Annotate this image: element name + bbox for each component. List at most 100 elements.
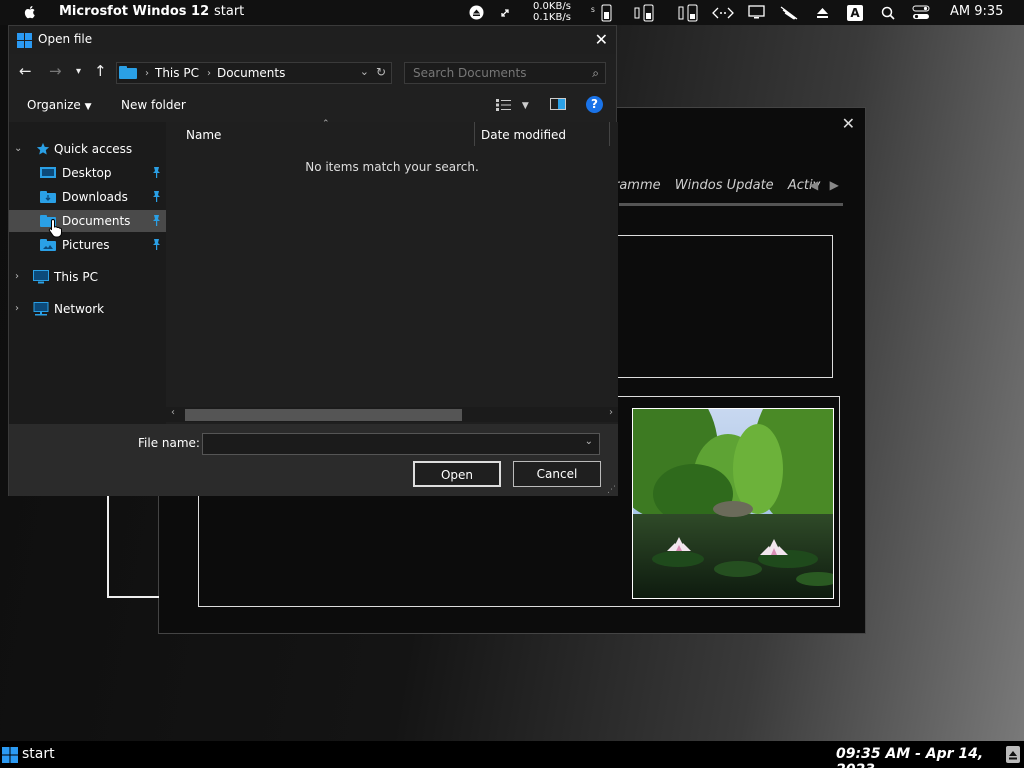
address-dropdown-icon[interactable]: ⌄	[360, 65, 369, 78]
windows-logo-icon	[17, 33, 32, 48]
wallpaper-thumbnail[interactable]	[632, 408, 834, 599]
collapsed-chevron-icon[interactable]: ›	[15, 298, 19, 320]
dialog-footer: File name: ⌄ Open Cancel ⋰	[9, 424, 618, 496]
address-bar[interactable]: › This PC › Documents ⌄ ↻	[116, 62, 392, 84]
up-arrow-icon[interactable]: ↑	[94, 62, 107, 80]
os-name-menu[interactable]: Microsfot Windos 12	[59, 4, 209, 19]
nav-item-documents[interactable]: Documents	[9, 210, 166, 232]
file-name-label: File name:	[138, 436, 200, 450]
phone-battery-icon[interactable]: S	[590, 0, 616, 25]
view-options-button[interactable]: ▼	[496, 97, 529, 111]
file-list-pane: ⌃ Name Date modified No items match your…	[166, 119, 618, 424]
back-arrow-icon[interactable]: ←	[19, 62, 32, 80]
breadcrumb-documents[interactable]: Documents	[217, 66, 285, 80]
start-windows-logo-icon[interactable]	[2, 747, 18, 763]
hand-cursor-icon	[48, 218, 62, 238]
dialog-title: Open file	[38, 32, 93, 46]
forward-arrow-icon[interactable]: →	[49, 62, 62, 80]
top-menubar: Microsfot Windos 12 start 0.0KB/s 0.1KB/…	[0, 0, 1024, 25]
bg-tab-windos-update[interactable]: Windos Update	[675, 178, 774, 193]
start-menu-item[interactable]: start	[214, 4, 244, 19]
collapsed-chevron-icon[interactable]: ›	[15, 266, 19, 288]
scroll-right-icon[interactable]: ›	[609, 407, 613, 418]
dialog-titlebar[interactable]: Open file ✕	[9, 26, 616, 54]
pin-icon[interactable]	[151, 238, 162, 250]
navigation-row: ← → ▾ ↑ › This PC › Documents ⌄ ↻ Search…	[9, 59, 616, 85]
navigation-pane: ⌄ Quick access Desktop Downloads Documen…	[9, 122, 166, 424]
file-name-dropdown-icon[interactable]: ⌄	[585, 436, 593, 447]
column-header-date-modified[interactable]: Date modified	[481, 122, 566, 148]
bg-tab-partial[interactable]: ramme	[614, 178, 661, 193]
search-icon[interactable]	[879, 0, 897, 25]
bg-tab-scroll-arrows[interactable]: ◀ ▶	[809, 178, 839, 192]
control-center-icon[interactable]	[910, 0, 932, 25]
pin-icon[interactable]	[151, 190, 162, 202]
view-chevron-icon: ▼	[521, 101, 529, 111]
eject-small-icon[interactable]	[813, 0, 831, 25]
search-input[interactable]: Search Documents ⌕	[404, 62, 606, 84]
sync-arrows-icon[interactable]	[498, 0, 512, 25]
downloads-folder-icon	[40, 191, 56, 203]
pictures-folder-icon	[40, 239, 56, 251]
eject-icon[interactable]	[468, 0, 484, 25]
nav-item-pictures[interactable]: Pictures	[9, 234, 166, 256]
apple-icon[interactable]	[22, 4, 38, 20]
search-placeholder: Search Documents	[413, 66, 527, 80]
dialog-close-icon[interactable]: ✕	[595, 30, 608, 49]
new-folder-button[interactable]: New folder	[121, 98, 186, 112]
refresh-icon[interactable]: ↻	[376, 65, 386, 79]
column-separator[interactable]	[609, 122, 610, 146]
sort-ascending-icon: ⌃	[322, 119, 330, 129]
this-pc-folder-icon	[119, 66, 137, 79]
bg-tab-underline	[619, 203, 843, 206]
start-button[interactable]: start	[22, 746, 55, 762]
recent-locations-chevron-icon[interactable]: ▾	[76, 66, 81, 77]
cancel-button[interactable]: Cancel	[513, 461, 601, 487]
breadcrumb-separator: ›	[145, 67, 149, 79]
pin-icon[interactable]	[151, 214, 162, 226]
wifi-off-icon[interactable]	[778, 0, 800, 25]
input-method-icon[interactable]: A	[846, 0, 864, 25]
nav-item-quick-access[interactable]: ⌄ Quick access	[9, 138, 166, 160]
bg-left-frame	[107, 496, 159, 598]
device-battery-icon[interactable]	[632, 0, 656, 25]
code-brackets-icon[interactable]	[711, 0, 735, 25]
horizontal-scrollbar[interactable]: ‹ ›	[166, 407, 618, 422]
nav-item-this-pc[interactable]: › This PC	[9, 266, 166, 288]
scrollbar-thumb[interactable]	[185, 409, 462, 421]
network-icon	[33, 302, 49, 316]
taskbar-datetime[interactable]: 09:35 AM - Apr 14, 2023	[836, 746, 1024, 768]
nav-item-desktop[interactable]: Desktop	[9, 162, 166, 184]
star-icon	[36, 142, 50, 155]
network-speed: 0.0KB/s 0.1KB/s	[533, 1, 571, 23]
menubar-clock[interactable]: AM 9:35	[950, 4, 1003, 19]
open-file-dialog: Open file ✕ ← → ▾ ↑ › This PC › Document…	[8, 25, 618, 496]
scroll-left-icon[interactable]: ‹	[171, 407, 175, 418]
column-header-name[interactable]: Name	[186, 122, 221, 148]
organize-button[interactable]: Organize ▼	[27, 98, 92, 112]
device-storage-icon[interactable]	[676, 0, 700, 25]
expanded-chevron-icon[interactable]: ⌄	[14, 138, 22, 160]
svg-text:S: S	[591, 7, 595, 14]
bg-panel-top	[615, 235, 833, 378]
desktop-folder-icon	[40, 167, 56, 178]
display-icon[interactable]	[746, 0, 766, 25]
notification-icon[interactable]	[1006, 746, 1020, 763]
column-separator[interactable]	[474, 122, 475, 146]
nav-item-network[interactable]: › Network	[9, 298, 166, 320]
file-name-input[interactable]: ⌄	[202, 433, 600, 455]
bg-window-close-icon[interactable]: ✕	[842, 114, 855, 133]
nav-item-downloads[interactable]: Downloads	[9, 186, 166, 208]
command-bar: Organize ▼ New folder ▼ ?	[9, 92, 616, 118]
help-button[interactable]: ?	[586, 96, 603, 113]
computer-icon	[33, 270, 49, 284]
bg-window-tabs: ramme Windos Update Activ	[614, 178, 830, 193]
organize-chevron-icon: ▼	[84, 102, 92, 112]
pin-icon[interactable]	[151, 166, 162, 178]
search-icon: ⌕	[592, 66, 599, 80]
breadcrumb-separator: ›	[206, 67, 211, 79]
open-button[interactable]: Open	[413, 461, 501, 487]
breadcrumb-this-pc[interactable]: This PC	[155, 66, 199, 80]
resize-grip-icon[interactable]: ⋰	[607, 485, 616, 495]
preview-pane-icon[interactable]	[550, 98, 566, 113]
